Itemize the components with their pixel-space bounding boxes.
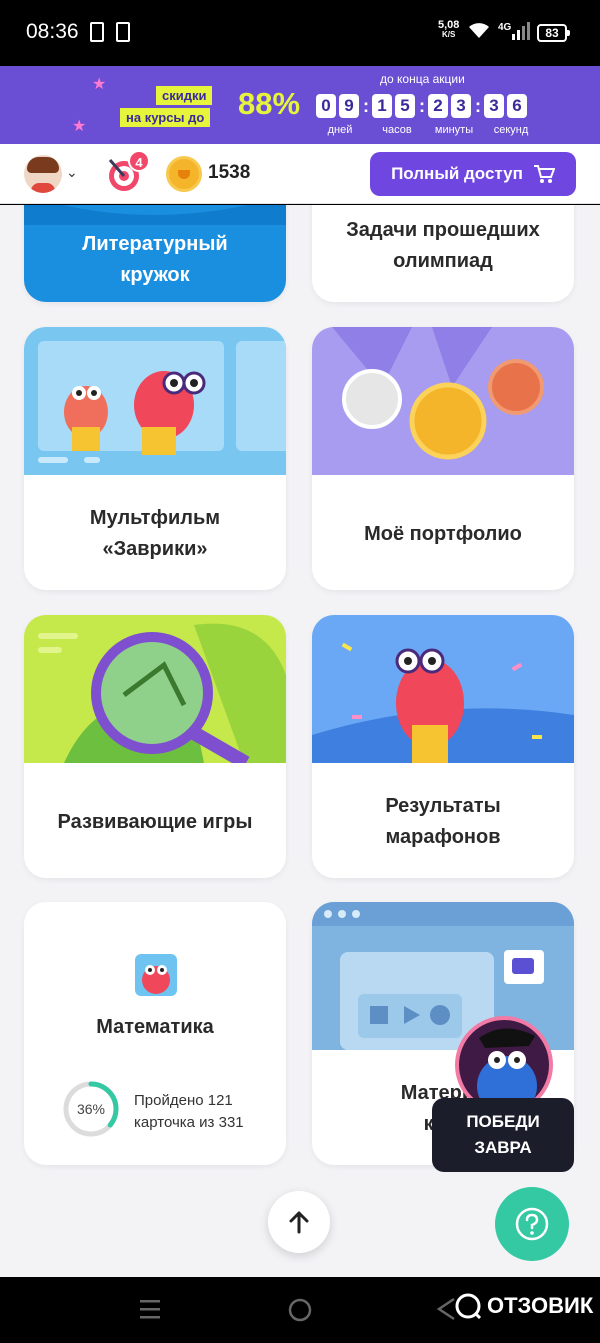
otzovik-logo-icon bbox=[455, 1293, 481, 1319]
cart-icon bbox=[533, 165, 555, 183]
signal-icon bbox=[512, 22, 530, 40]
promo-tag-line2: на курсы до bbox=[120, 108, 211, 127]
clock: 08:36 bbox=[26, 20, 79, 43]
timer-digit: 3 bbox=[451, 94, 471, 118]
watermark: ОТЗОВИК bbox=[455, 1293, 593, 1319]
card-title: Развивающие игры bbox=[57, 811, 253, 833]
wave-illustration bbox=[24, 205, 286, 225]
card-title: Мультфильм «Заврики» bbox=[89, 507, 221, 560]
wifi-icon bbox=[469, 23, 489, 38]
promo-banner[interactable]: ★ ★ скидки на курсы до 88% до конца акци… bbox=[0, 66, 600, 144]
beat-zavr-button[interactable]: ПОБЕДИ ЗАВРА bbox=[432, 1098, 574, 1172]
dino-celebrate-illustration bbox=[312, 615, 574, 763]
timer-digit: 6 bbox=[507, 94, 527, 118]
full-access-label: Полный доступ bbox=[391, 164, 523, 183]
arrow-up-icon bbox=[289, 1211, 309, 1234]
card-games[interactable]: Развивающие игры bbox=[24, 615, 286, 878]
coin-count: 1538 bbox=[208, 162, 251, 183]
progress-text: Пройдено 121 карточка из 331 bbox=[134, 1092, 244, 1131]
timer-unit-seconds: секунд bbox=[493, 124, 529, 136]
card-title: Моё портфолио bbox=[364, 523, 522, 545]
math-dino-icon bbox=[135, 954, 177, 996]
chevron-down-icon[interactable]: ⌄ bbox=[66, 164, 78, 181]
app-header: ⌄ 4 1538 Полный доступ bbox=[0, 144, 600, 204]
card-title: Литературный кружок bbox=[82, 233, 228, 286]
download-icon bbox=[116, 22, 130, 42]
recent-apps-icon[interactable] bbox=[138, 1297, 162, 1321]
notification-badge: 4 bbox=[128, 150, 150, 172]
full-access-button[interactable]: Полный доступ bbox=[370, 152, 576, 196]
promo-percent: 88% bbox=[238, 86, 301, 121]
card-olympiad-tasks[interactable]: Задачи прошедших олимпиад bbox=[312, 205, 574, 302]
progress-percent: 36% bbox=[77, 1101, 105, 1117]
cartoon-illustration bbox=[24, 327, 286, 475]
card-marathons[interactable]: Результаты марафонов bbox=[312, 615, 574, 878]
home-icon[interactable] bbox=[287, 1297, 313, 1323]
star-icon: ★ bbox=[72, 118, 87, 135]
net-speed: 5,08 K/S bbox=[438, 19, 460, 40]
card-cartoon[interactable]: Мультфильм «Заврики» bbox=[24, 327, 286, 590]
timer-digit: 0 bbox=[316, 94, 336, 118]
notification-icon bbox=[90, 22, 104, 42]
battery-icon: 83 bbox=[537, 24, 570, 42]
progress-ring: 36% bbox=[63, 1081, 119, 1137]
timer-unit-hours: часов bbox=[382, 124, 412, 136]
back-icon[interactable] bbox=[436, 1297, 456, 1321]
question-icon bbox=[515, 1207, 549, 1241]
card-portfolio[interactable]: Моё портфолио bbox=[312, 327, 574, 590]
help-button[interactable] bbox=[495, 1187, 569, 1261]
timer-unit-days: дней bbox=[327, 124, 353, 136]
card-title: Задачи прошедших олимпиад bbox=[346, 219, 540, 272]
timer-digit: 1 bbox=[372, 94, 392, 118]
promo-until-label: до конца акции bbox=[380, 72, 465, 86]
crown-coin-icon bbox=[166, 156, 202, 192]
timer-unit-minutes: минуты bbox=[434, 124, 474, 136]
timer-digit: 5 bbox=[395, 94, 415, 118]
countdown-timer: 0 9 : 1 5 : 2 3 : 3 6 bbox=[316, 94, 530, 118]
medals-illustration bbox=[312, 327, 574, 475]
timer-digit: 3 bbox=[484, 94, 504, 118]
card-title: Результаты марафонов bbox=[385, 795, 501, 848]
timer-digit: 2 bbox=[428, 94, 448, 118]
status-bar: 08:36 5,08 K/S 4G 83 bbox=[0, 0, 600, 66]
card-title: Математика bbox=[96, 1016, 214, 1038]
card-math[interactable]: Математика 36% Пройдено 121 карточка из … bbox=[24, 902, 286, 1165]
scroll-top-button[interactable] bbox=[268, 1191, 330, 1253]
promo-tag-line1: скидки bbox=[156, 86, 213, 105]
network-type: 4G bbox=[498, 22, 512, 33]
timer-digit: 9 bbox=[339, 94, 359, 118]
star-icon: ★ bbox=[92, 76, 107, 93]
magnifier-illustration bbox=[24, 615, 286, 763]
avatar[interactable] bbox=[24, 155, 62, 193]
card-literary-club[interactable]: Литературный кружок bbox=[24, 205, 286, 302]
